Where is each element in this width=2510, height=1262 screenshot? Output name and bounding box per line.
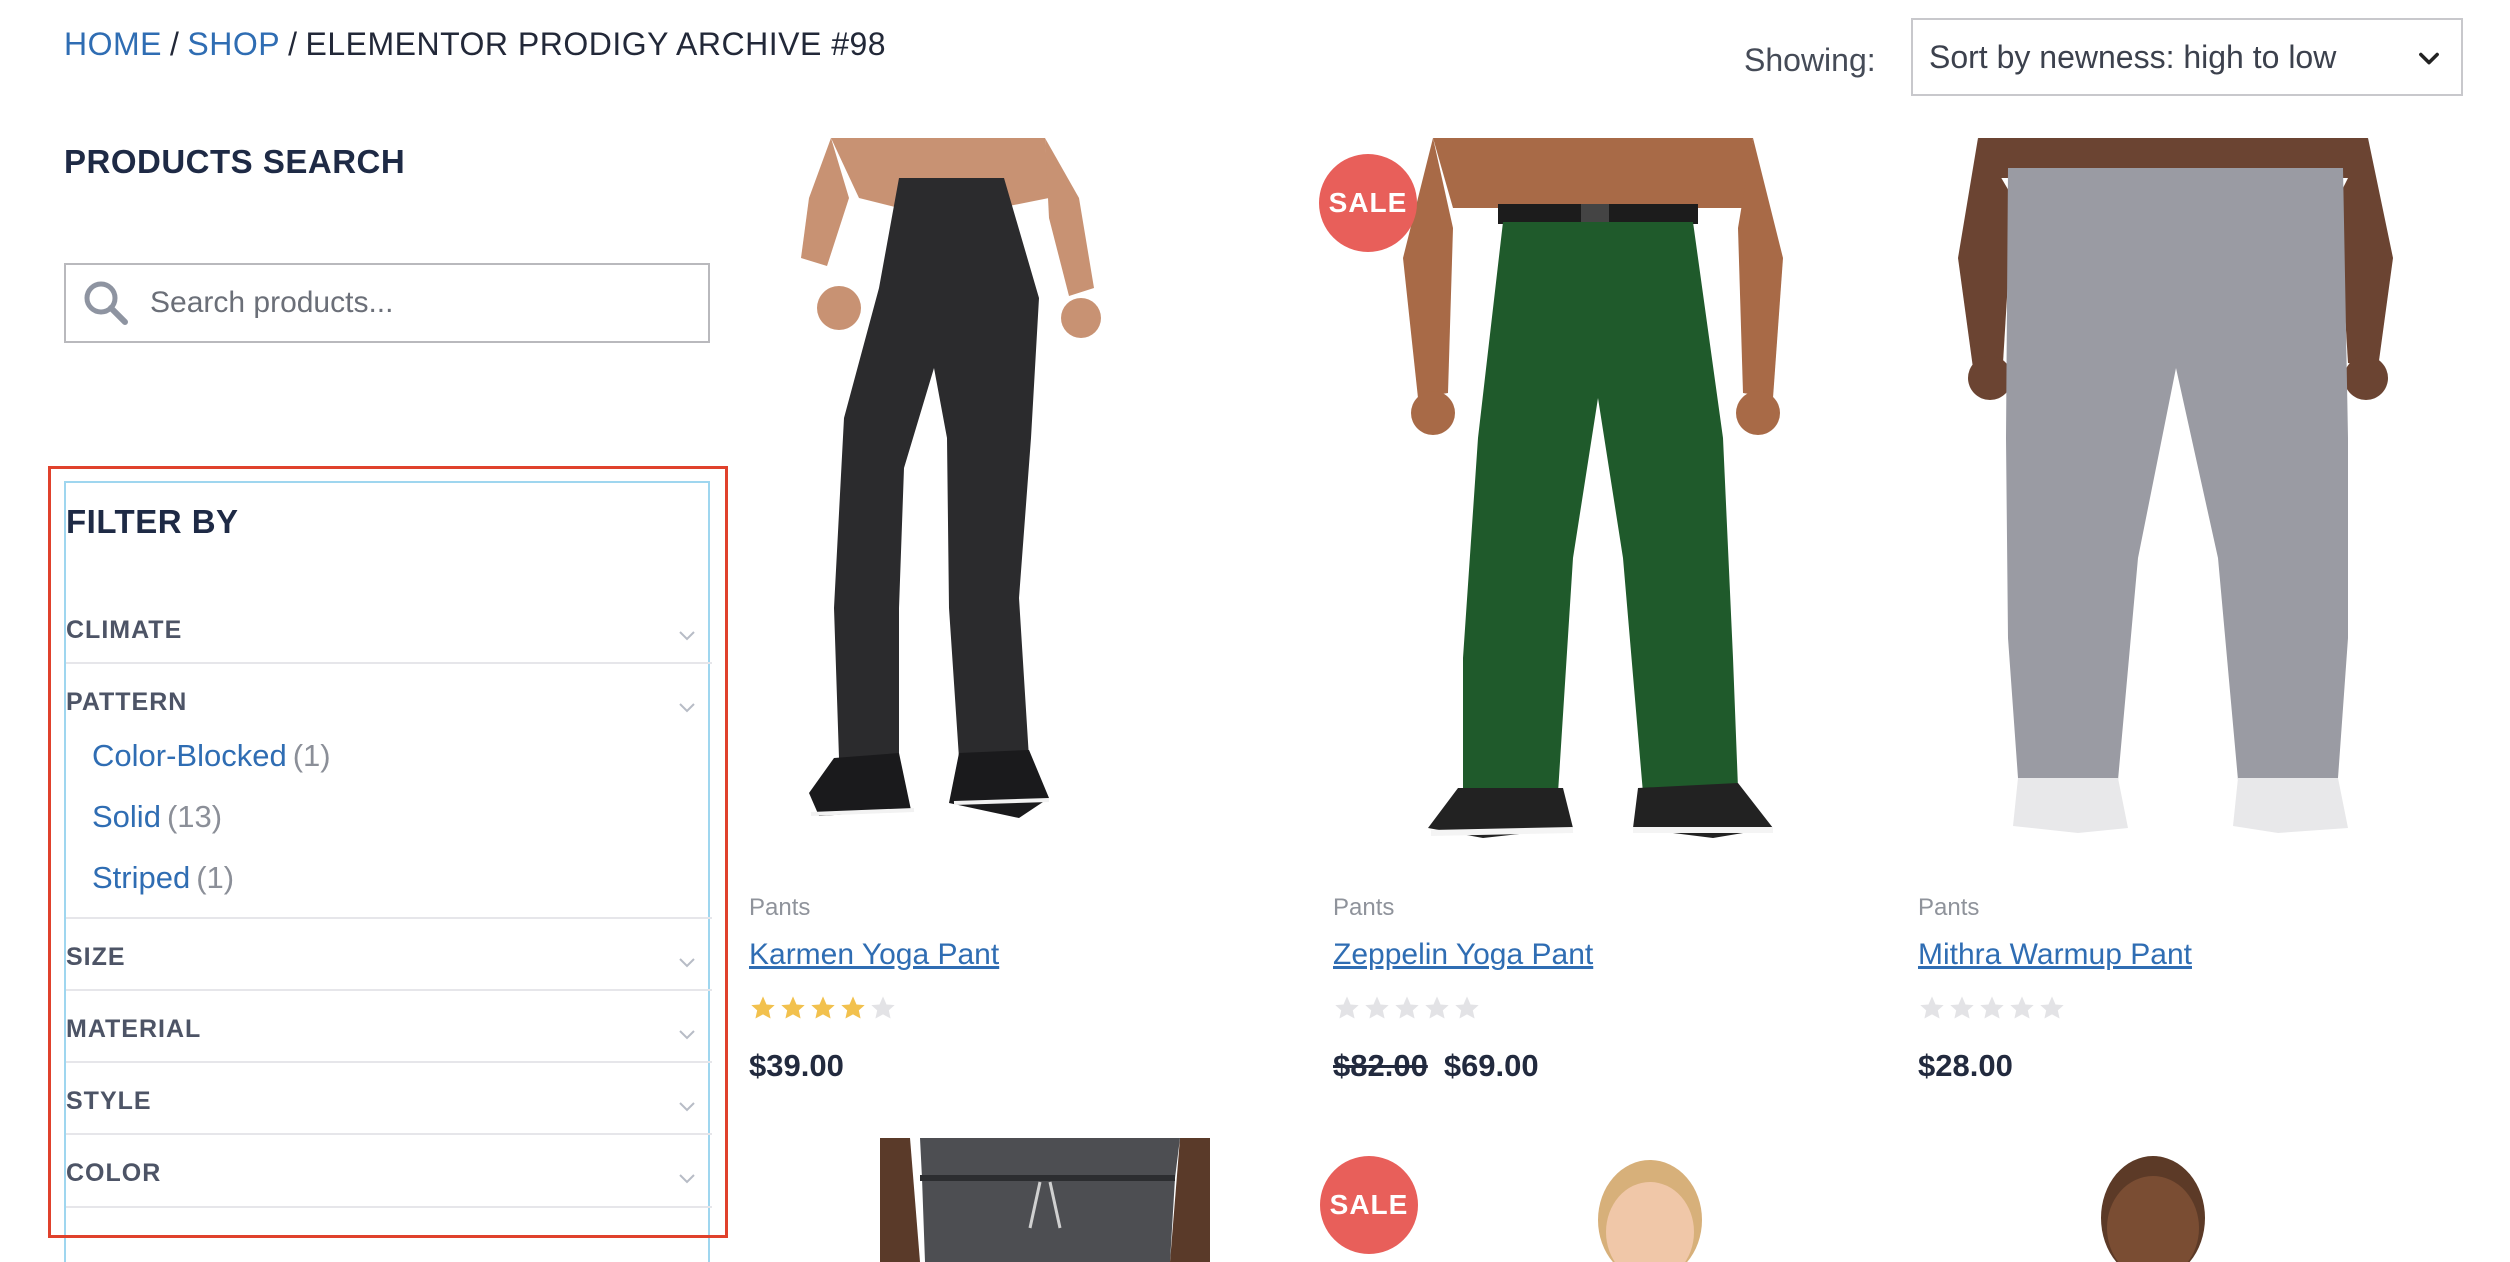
sale-badge: SALE (1319, 154, 1417, 252)
pants-green-cargo-image (1403, 138, 1783, 838)
shorts-grey-image (880, 1138, 1210, 1262)
original-price: $82.00 (1333, 1048, 1428, 1083)
star-filled-icon (841, 996, 865, 1019)
pants-black-leggings-image (801, 138, 1101, 818)
product-image[interactable] (1580, 1150, 1720, 1262)
search-box[interactable] (64, 263, 710, 343)
star-empty-icon (1980, 996, 2004, 1019)
breadcrumb-separator: / (170, 26, 180, 62)
star-filled-icon (781, 996, 805, 1019)
facet-label: COLOR (66, 1159, 162, 1187)
product-name-link[interactable]: Mithra Warmup Pant (1918, 938, 2192, 972)
facet-label: STYLE (66, 1087, 152, 1115)
sort-selected-value: Sort by newness: high to low (1929, 38, 2337, 75)
breadcrumb-current: ELEMENTOR PRODIGY ARCHIVE #98 (305, 26, 887, 62)
facet-material[interactable]: MATERIAL (66, 991, 712, 1063)
star-empty-icon (2040, 996, 2064, 1019)
facet-label: MATERIAL (66, 1015, 202, 1043)
product-name-link[interactable]: Zeppelin Yoga Pant (1333, 938, 1593, 972)
chevron-down-icon (2419, 52, 2439, 65)
man-portrait-image (2101, 1156, 2205, 1262)
breadcrumb-separator: / (288, 26, 298, 62)
product-image[interactable] (1333, 138, 1893, 858)
star-filled-icon (751, 996, 775, 1019)
sort-select[interactable]: Sort by newness: high to low (1911, 18, 2463, 96)
star-empty-icon (1365, 996, 1389, 1019)
chevron-down-icon (679, 703, 695, 713)
filter-option-count: (13) (166, 799, 223, 834)
breadcrumb-home-link[interactable]: HOME (64, 26, 162, 62)
facet-size[interactable]: SIZE (66, 919, 712, 991)
product-image[interactable] (1918, 138, 2478, 858)
chevron-down-icon (679, 631, 695, 641)
filter-option-name: Striped (92, 860, 191, 895)
filter-option-count: (1) (292, 738, 331, 773)
product-image[interactable] (880, 1138, 1210, 1262)
facet-label: PATTERN (66, 688, 188, 716)
breadcrumb-shop-link[interactable]: SHOP (187, 26, 280, 62)
product-price: $82.00 $69.00 (1333, 1048, 1539, 1084)
filter-option-name: Color-Blocked (92, 738, 287, 773)
product-image[interactable] (2088, 1148, 2218, 1262)
product-name-link[interactable]: Karmen Yoga Pant (749, 938, 999, 972)
search-input[interactable] (150, 286, 690, 320)
filter-title: FILTER BY (66, 503, 239, 540)
star-rating (1918, 994, 2066, 1022)
filter-option-count: (1) (196, 860, 235, 895)
woman-portrait-image (1598, 1160, 1702, 1262)
star-empty-icon (1950, 996, 1974, 1019)
product-image[interactable] (749, 138, 1309, 858)
facet-label: SIZE (66, 943, 126, 971)
star-empty-icon (1455, 996, 1479, 1019)
star-empty-icon (1335, 996, 1359, 1019)
filter-panel: FILTER BY CLIMATE PATTERN Color-Blocked(… (64, 481, 712, 1262)
chevron-down-icon (679, 1102, 695, 1112)
filter-option-name: Solid (92, 799, 161, 834)
star-empty-icon (1395, 996, 1419, 1019)
current-price: $28.00 (1918, 1048, 2013, 1083)
chevron-down-icon (679, 958, 695, 968)
star-empty-icon (1425, 996, 1449, 1019)
showing-label: Showing: (1744, 42, 1876, 78)
star-rating (1333, 994, 1481, 1022)
product-category: Pants (749, 894, 811, 921)
star-filled-icon (811, 996, 835, 1019)
current-price: $39.00 (749, 1048, 844, 1083)
filter-option-solid[interactable]: Solid (13) (92, 799, 222, 835)
chevron-down-icon (679, 1174, 695, 1184)
sale-badge: SALE (1320, 1156, 1418, 1254)
product-price: $28.00 (1918, 1048, 2013, 1084)
product-price: $39.00 (749, 1048, 844, 1084)
facet-climate[interactable]: CLIMATE (66, 598, 712, 664)
breadcrumb: HOME / SHOP / ELEMENTOR PRODIGY ARCHIVE #98 (64, 26, 886, 63)
star-rating (749, 994, 897, 1022)
facet-color[interactable]: COLOR (66, 1135, 712, 1208)
star-empty-icon (871, 996, 895, 1019)
facet-style[interactable]: STYLE (66, 1063, 712, 1135)
facet-label: CLIMATE (66, 616, 183, 644)
sale-price: $69.00 (1443, 1048, 1539, 1083)
pants-grey-warmup-image (1958, 138, 2393, 833)
products-search-title: PRODUCTS SEARCH (64, 143, 406, 180)
filter-option-striped[interactable]: Striped (1) (92, 860, 234, 896)
product-category: Pants (1333, 894, 1395, 921)
product-category: Pants (1918, 894, 1980, 921)
filter-option-color-blocked[interactable]: Color-Blocked (1) (92, 738, 331, 774)
star-empty-icon (1920, 996, 1944, 1019)
chevron-down-icon (679, 1030, 695, 1040)
search-icon (84, 281, 128, 325)
facet-pattern[interactable]: PATTERN Color-Blocked (1) Solid (13) Strip… (66, 664, 712, 919)
star-empty-icon (2010, 996, 2034, 1019)
